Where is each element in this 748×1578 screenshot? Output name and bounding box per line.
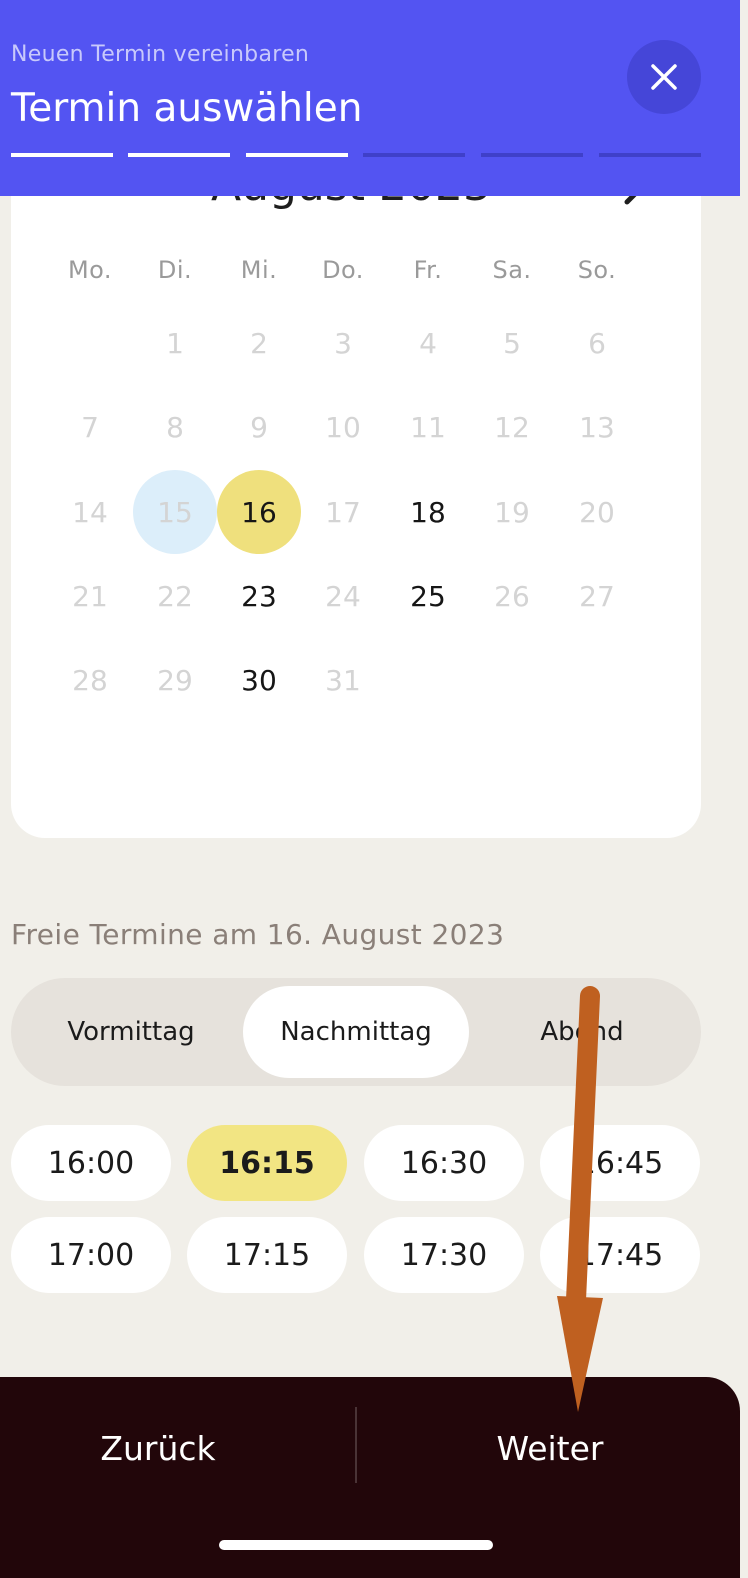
calendar-card: August 2023 Mo.Di.Mi.Do.Fr.Sa.So. 123456… [11, 130, 701, 838]
calendar-day: 11 [410, 410, 446, 444]
time-slot[interactable]: 16:15 [187, 1125, 347, 1201]
calendar-day: 19 [494, 495, 530, 529]
segment-vormittag[interactable]: Vormittag [19, 986, 243, 1078]
calendar-day: 20 [579, 495, 615, 529]
time-slot[interactable]: 16:00 [11, 1125, 171, 1201]
calendar-day: 6 [588, 326, 606, 360]
step-indicator-3 [246, 153, 348, 157]
header-subtitle: Neuen Termin vereinbaren [11, 42, 310, 67]
calendar-day[interactable]: 25 [386, 554, 470, 638]
step-progress [11, 153, 701, 157]
step-indicator-5 [481, 153, 583, 157]
back-button[interactable]: Zurück [20, 1413, 296, 1483]
time-slot[interactable]: 17:15 [187, 1217, 347, 1293]
calendar-day: 26 [494, 579, 530, 613]
home-indicator [219, 1540, 493, 1550]
weekday-label: Di. [157, 256, 193, 284]
segment-nachmittag[interactable]: Nachmittag [243, 986, 469, 1078]
calendar-day[interactable]: 16 [217, 470, 301, 554]
calendar-day: 17 [325, 495, 361, 529]
calendar-day: 8 [166, 410, 184, 444]
weekday-label: Mo. [67, 256, 113, 284]
calendar-day: 15 [133, 470, 217, 554]
weekday-label: Do. [322, 256, 364, 284]
close-button[interactable] [627, 40, 701, 114]
weekday-label: Fr. [413, 256, 443, 284]
calendar-day[interactable]: 30 [217, 638, 301, 722]
calendar-day: 1 [166, 326, 184, 360]
close-icon [651, 64, 677, 90]
calendar-day: 27 [579, 579, 615, 613]
calendar-day: 4 [419, 326, 437, 360]
calendar-day: 2 [250, 326, 268, 360]
step-indicator-6 [599, 153, 701, 157]
calendar-day: 10 [325, 410, 361, 444]
page-title: Termin auswählen [11, 86, 363, 131]
calendar-day: 12 [494, 410, 530, 444]
weekday-label: So. [577, 256, 617, 284]
app-header: Neuen Termin vereinbaren Termin auswähle… [0, 0, 740, 196]
calendar-day: 21 [72, 579, 108, 613]
calendar-day: 7 [81, 410, 99, 444]
calendar-day: 13 [579, 410, 615, 444]
bottom-action-bar: Zurück Weiter [0, 1377, 740, 1578]
calendar-day: 3 [334, 326, 352, 360]
calendar-day: 5 [503, 326, 521, 360]
next-button[interactable]: Weiter [410, 1413, 690, 1483]
calendar-day: 28 [72, 663, 108, 697]
calendar-day[interactable]: 23 [217, 554, 301, 638]
step-indicator-4 [363, 153, 465, 157]
segment-abend[interactable]: Abend [471, 986, 693, 1078]
step-indicator-1 [11, 153, 113, 157]
time-slot[interactable]: 16:30 [364, 1125, 524, 1201]
calendar-day: 22 [157, 579, 193, 613]
calendar-day: 29 [157, 663, 193, 697]
slots-heading: Freie Termine am 16. August 2023 [11, 918, 505, 951]
divider [355, 1407, 357, 1483]
weekday-label: Mi. [240, 256, 278, 284]
calendar-day: 9 [250, 410, 268, 444]
time-slot[interactable]: 16:45 [540, 1125, 700, 1201]
time-slot[interactable]: 17:30 [364, 1217, 524, 1293]
calendar-day: 31 [325, 663, 361, 697]
calendar-day[interactable]: 18 [386, 470, 470, 554]
time-slot[interactable]: 17:00 [11, 1217, 171, 1293]
calendar-day: 14 [72, 495, 108, 529]
calendar-day: 24 [325, 579, 361, 613]
time-slot[interactable]: 17:45 [540, 1217, 700, 1293]
step-indicator-2 [128, 153, 230, 157]
daytime-segmented-control: Vormittag Nachmittag Abend [11, 978, 701, 1086]
weekday-label: Sa. [492, 256, 532, 284]
